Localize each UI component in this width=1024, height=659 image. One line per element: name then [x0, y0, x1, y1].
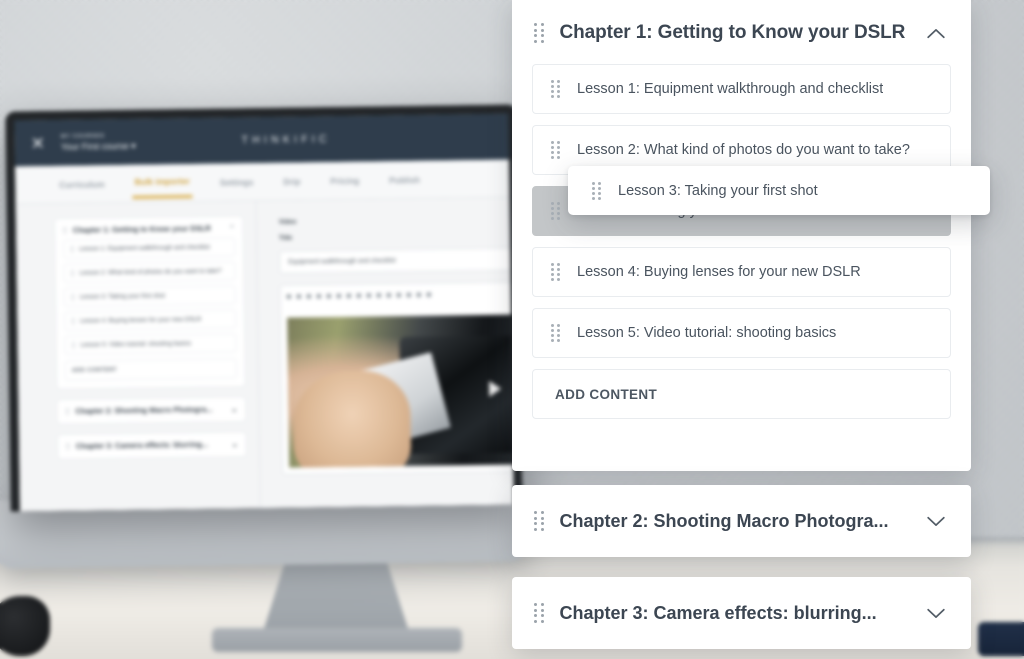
chapter-2-panel[interactable]: Chapter 2: Shooting Macro Photogra...	[512, 485, 971, 557]
lesson-label: Lesson 5: Video tutorial: shooting basic…	[577, 325, 837, 341]
drag-handle-icon[interactable]	[534, 511, 544, 531]
chevron-down-icon[interactable]	[923, 508, 949, 534]
chevron-up-icon[interactable]	[923, 20, 949, 46]
overlay-layer: Chapter 1: Getting to Know your DSLR Les…	[0, 0, 1024, 659]
chapter-1-panel: Chapter 1: Getting to Know your DSLR Les…	[512, 0, 971, 471]
chapter-1-title: Chapter 1: Getting to Know your DSLR	[559, 22, 906, 43]
lesson-label: Lesson 1: Equipment walkthrough and chec…	[577, 81, 884, 97]
lesson-row[interactable]: Lesson 4: Buying lenses for your new DSL…	[532, 247, 951, 297]
chapter-1-header[interactable]: Chapter 1: Getting to Know your DSLR	[512, 0, 971, 64]
lesson-label: Lesson 4: Buying lenses for your new DSL…	[577, 264, 861, 280]
add-content-button[interactable]: ADD CONTENT	[532, 369, 951, 419]
dragging-lesson-label: Lesson 3: Taking your first shot	[618, 182, 818, 199]
lesson-label: Lesson 2: What kind of photos do you wan…	[577, 142, 910, 158]
chapter-2-header[interactable]: Chapter 2: Shooting Macro Photogra...	[512, 485, 971, 557]
drag-handle-icon[interactable]	[551, 324, 560, 342]
drag-handle-icon[interactable]	[551, 263, 560, 281]
drag-handle-icon[interactable]	[534, 23, 544, 43]
drag-handle-icon[interactable]	[592, 181, 601, 200]
lesson-row[interactable]: Lesson 1: Equipment walkthrough and chec…	[532, 64, 951, 114]
chevron-down-icon[interactable]	[923, 600, 949, 626]
drag-handle-icon[interactable]	[551, 80, 560, 98]
dragging-lesson-card[interactable]: Lesson 3: Taking your first shot	[568, 166, 990, 215]
drag-handle-icon[interactable]	[551, 202, 560, 220]
chapter-3-panel[interactable]: Chapter 3: Camera effects: blurring...	[512, 577, 971, 649]
chapter-3-header[interactable]: Chapter 3: Camera effects: blurring...	[512, 577, 971, 649]
drag-handle-icon[interactable]	[551, 141, 560, 159]
chapter-1-lesson-list: Lesson 1: Equipment walkthrough and chec…	[512, 64, 971, 437]
chapter-3-title: Chapter 3: Camera effects: blurring...	[559, 602, 877, 623]
lesson-row[interactable]: Lesson 5: Video tutorial: shooting basic…	[532, 308, 951, 358]
chapter-2-title: Chapter 2: Shooting Macro Photogra...	[559, 510, 889, 531]
drag-handle-icon[interactable]	[534, 603, 544, 623]
